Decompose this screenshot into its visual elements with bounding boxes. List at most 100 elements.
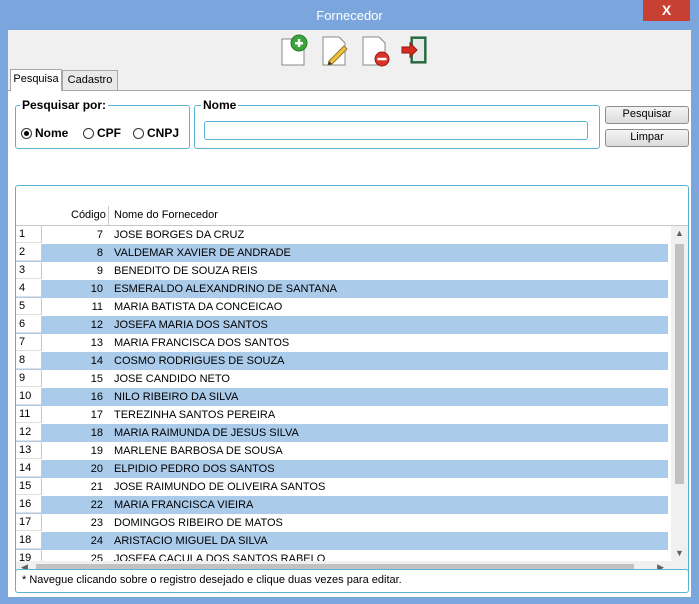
cell-name: JOSE CANDIDO NETO [114,373,230,385]
scroll-up-icon[interactable]: ▲ [675,228,684,238]
cell-name: MARIA RAIMUNDA DE JESUS SILVA [114,427,299,439]
tab-cadastro[interactable]: Cadastro [62,70,118,90]
cell-code: 20 [90,463,103,475]
row-number: 17 [16,514,42,531]
table-row[interactable]: 7 13 MARIA FRANCISCA DOS SANTOS [16,334,668,352]
radio-dot [21,128,32,139]
cell-code: 23 [90,517,103,529]
exit-button[interactable] [400,33,430,67]
table-row[interactable]: 5 11 MARIA BATISTA DA CONCEICAO [16,298,668,316]
edit-icon [322,36,348,66]
row-number: 7 [16,334,42,351]
cell-code: 14 [90,355,103,367]
table-row[interactable]: 4 10 ESMERALDO ALEXANDRINO DE SANTANA [16,280,668,298]
cell-code: 16 [90,391,103,403]
clear-button[interactable]: Limpar [605,129,689,147]
cell-name: ARISTACIO MIGUEL DA SILVA [114,535,268,547]
search-panel: Pesquisar por: Nome CPF CNPJ Nome Pesqui… [8,90,691,597]
radio-cnpj[interactable]: CNPJ [133,126,179,140]
search-by-group: Pesquisar por: Nome CPF CNPJ [15,98,190,149]
cell-code: 7 [96,229,103,241]
delete-button[interactable] [360,33,390,67]
cell-name: ESMERALDO ALEXANDRINO DE SANTANA [114,283,337,295]
row-number: 13 [16,442,42,459]
row-number: 9 [16,370,42,387]
cell-name: JOSE RAIMUNDO DE OLIVEIRA SANTOS [114,481,326,493]
tab-pesquisa[interactable]: Pesquisa [10,69,62,91]
cell-name: MARIA FRANCISCA DOS SANTOS [114,337,290,349]
row-number: 18 [16,532,42,549]
supplier-grid: Código Nome do Fornecedor 1 7 JOSE BORGES … [15,185,689,576]
add-button[interactable] [279,33,309,67]
grid-header: Código Nome do Fornecedor [16,206,688,226]
grid-rows: 1 7 JOSE BORGES DA CRUZ 2 8 VALDEMAR XAVIER D… [16,226,668,575]
scroll-down-icon[interactable]: ▼ [675,548,684,558]
cell-name: BENEDITO DE SOUZA REIS [114,265,258,277]
search-by-label: Pesquisar por: [20,98,109,112]
search-button[interactable]: Pesquisar [605,106,689,124]
cell-name: VALDEMAR XAVIER DE ANDRADE [114,247,291,259]
title-bar[interactable]: Fornecedor X [0,0,699,30]
table-row[interactable]: 1 7 JOSE BORGES DA CRUZ [16,226,668,244]
cell-name: ELPIDIO PEDRO DOS SANTOS [114,463,275,475]
table-row[interactable]: 16 22 MARIA FRANCISCA VIEIRA [16,496,668,514]
footer-hint: * Navegue clicando sobre o registro dese… [22,574,402,586]
cell-code: 12 [90,319,103,331]
vertical-scrollbar[interactable]: ▲ ▼ [671,226,688,562]
table-row[interactable]: 3 9 BENEDITO DE SOUZA REIS [16,262,668,280]
close-button[interactable]: X [643,0,690,21]
table-row[interactable]: 6 12 JOSEFA MARIA DOS SANTOS [16,316,668,334]
footer-hint-box: * Navegue clicando sobre o registro dese… [15,569,689,593]
row-number: 1 [16,226,42,243]
table-row[interactable]: 13 19 MARLENE BARBOSA DE SOUSA [16,442,668,460]
vertical-scroll-thumb[interactable] [675,244,684,484]
cell-name: NILO RIBEIRO DA SILVA [114,391,239,403]
cell-name: DOMINGOS RIBEIRO DE MATOS [114,517,283,529]
table-row[interactable]: 10 16 NILO RIBEIRO DA SILVA [16,388,668,406]
row-number: 11 [16,406,42,423]
name-group: Nome [194,98,600,149]
table-row[interactable]: 15 21 JOSE RAIMUNDO DE OLIVEIRA SANTOS [16,478,668,496]
row-number: 3 [16,262,42,279]
cell-name: JOSE BORGES DA CRUZ [114,229,245,241]
window-title: Fornecedor [316,8,383,23]
column-header-code[interactable]: Código [71,209,106,221]
client-area: Pesquisa Cadastro Pesquisar por: Nome CP… [8,30,691,597]
table-row[interactable]: 14 20 ELPIDIO PEDRO DOS SANTOS [16,460,668,478]
cell-code: 17 [90,409,103,421]
table-row[interactable]: 2 8 VALDEMAR XAVIER DE ANDRADE [16,244,668,262]
table-row[interactable]: 11 17 TEREZINHA SANTOS PEREIRA [16,406,668,424]
cell-name: COSMO RODRIGUES DE SOUZA [114,355,285,367]
row-number: 6 [16,316,42,333]
table-row[interactable]: 18 24 ARISTACIO MIGUEL DA SILVA [16,532,668,550]
cell-code: 24 [90,535,103,547]
table-row[interactable]: 9 15 JOSE CANDIDO NETO [16,370,668,388]
cell-code: 11 [91,301,103,313]
row-number: 16 [16,496,42,513]
cell-code: 8 [96,247,103,259]
row-number: 10 [16,388,42,405]
cell-code: 13 [90,337,103,349]
row-number: 5 [16,298,42,315]
table-row[interactable]: 17 23 DOMINGOS RIBEIRO DE MATOS [16,514,668,532]
name-input[interactable] [204,121,588,140]
table-row[interactable]: 8 14 COSMO RODRIGUES DE SOUZA [16,352,668,370]
exit-icon [401,36,427,64]
table-row[interactable]: 12 18 MARIA RAIMUNDA DE JESUS SILVA [16,424,668,442]
cell-code: 19 [90,445,103,457]
cell-code: 22 [90,499,103,511]
radio-dot [83,128,94,139]
column-header-name[interactable]: Nome do Fornecedor [114,209,218,221]
column-divider[interactable] [108,206,109,225]
cell-name: MARLENE BARBOSA DE SOUSA [114,445,283,457]
radio-cpf[interactable]: CPF [83,126,121,140]
edit-button[interactable] [320,33,350,67]
row-number: 8 [16,352,42,369]
row-number: 14 [16,460,42,477]
radio-nome[interactable]: Nome [21,126,68,140]
radio-dot [133,128,144,139]
add-icon [281,34,308,66]
row-number: 15 [16,478,42,495]
cell-code: 9 [96,265,103,277]
cell-code: 21 [90,481,103,493]
